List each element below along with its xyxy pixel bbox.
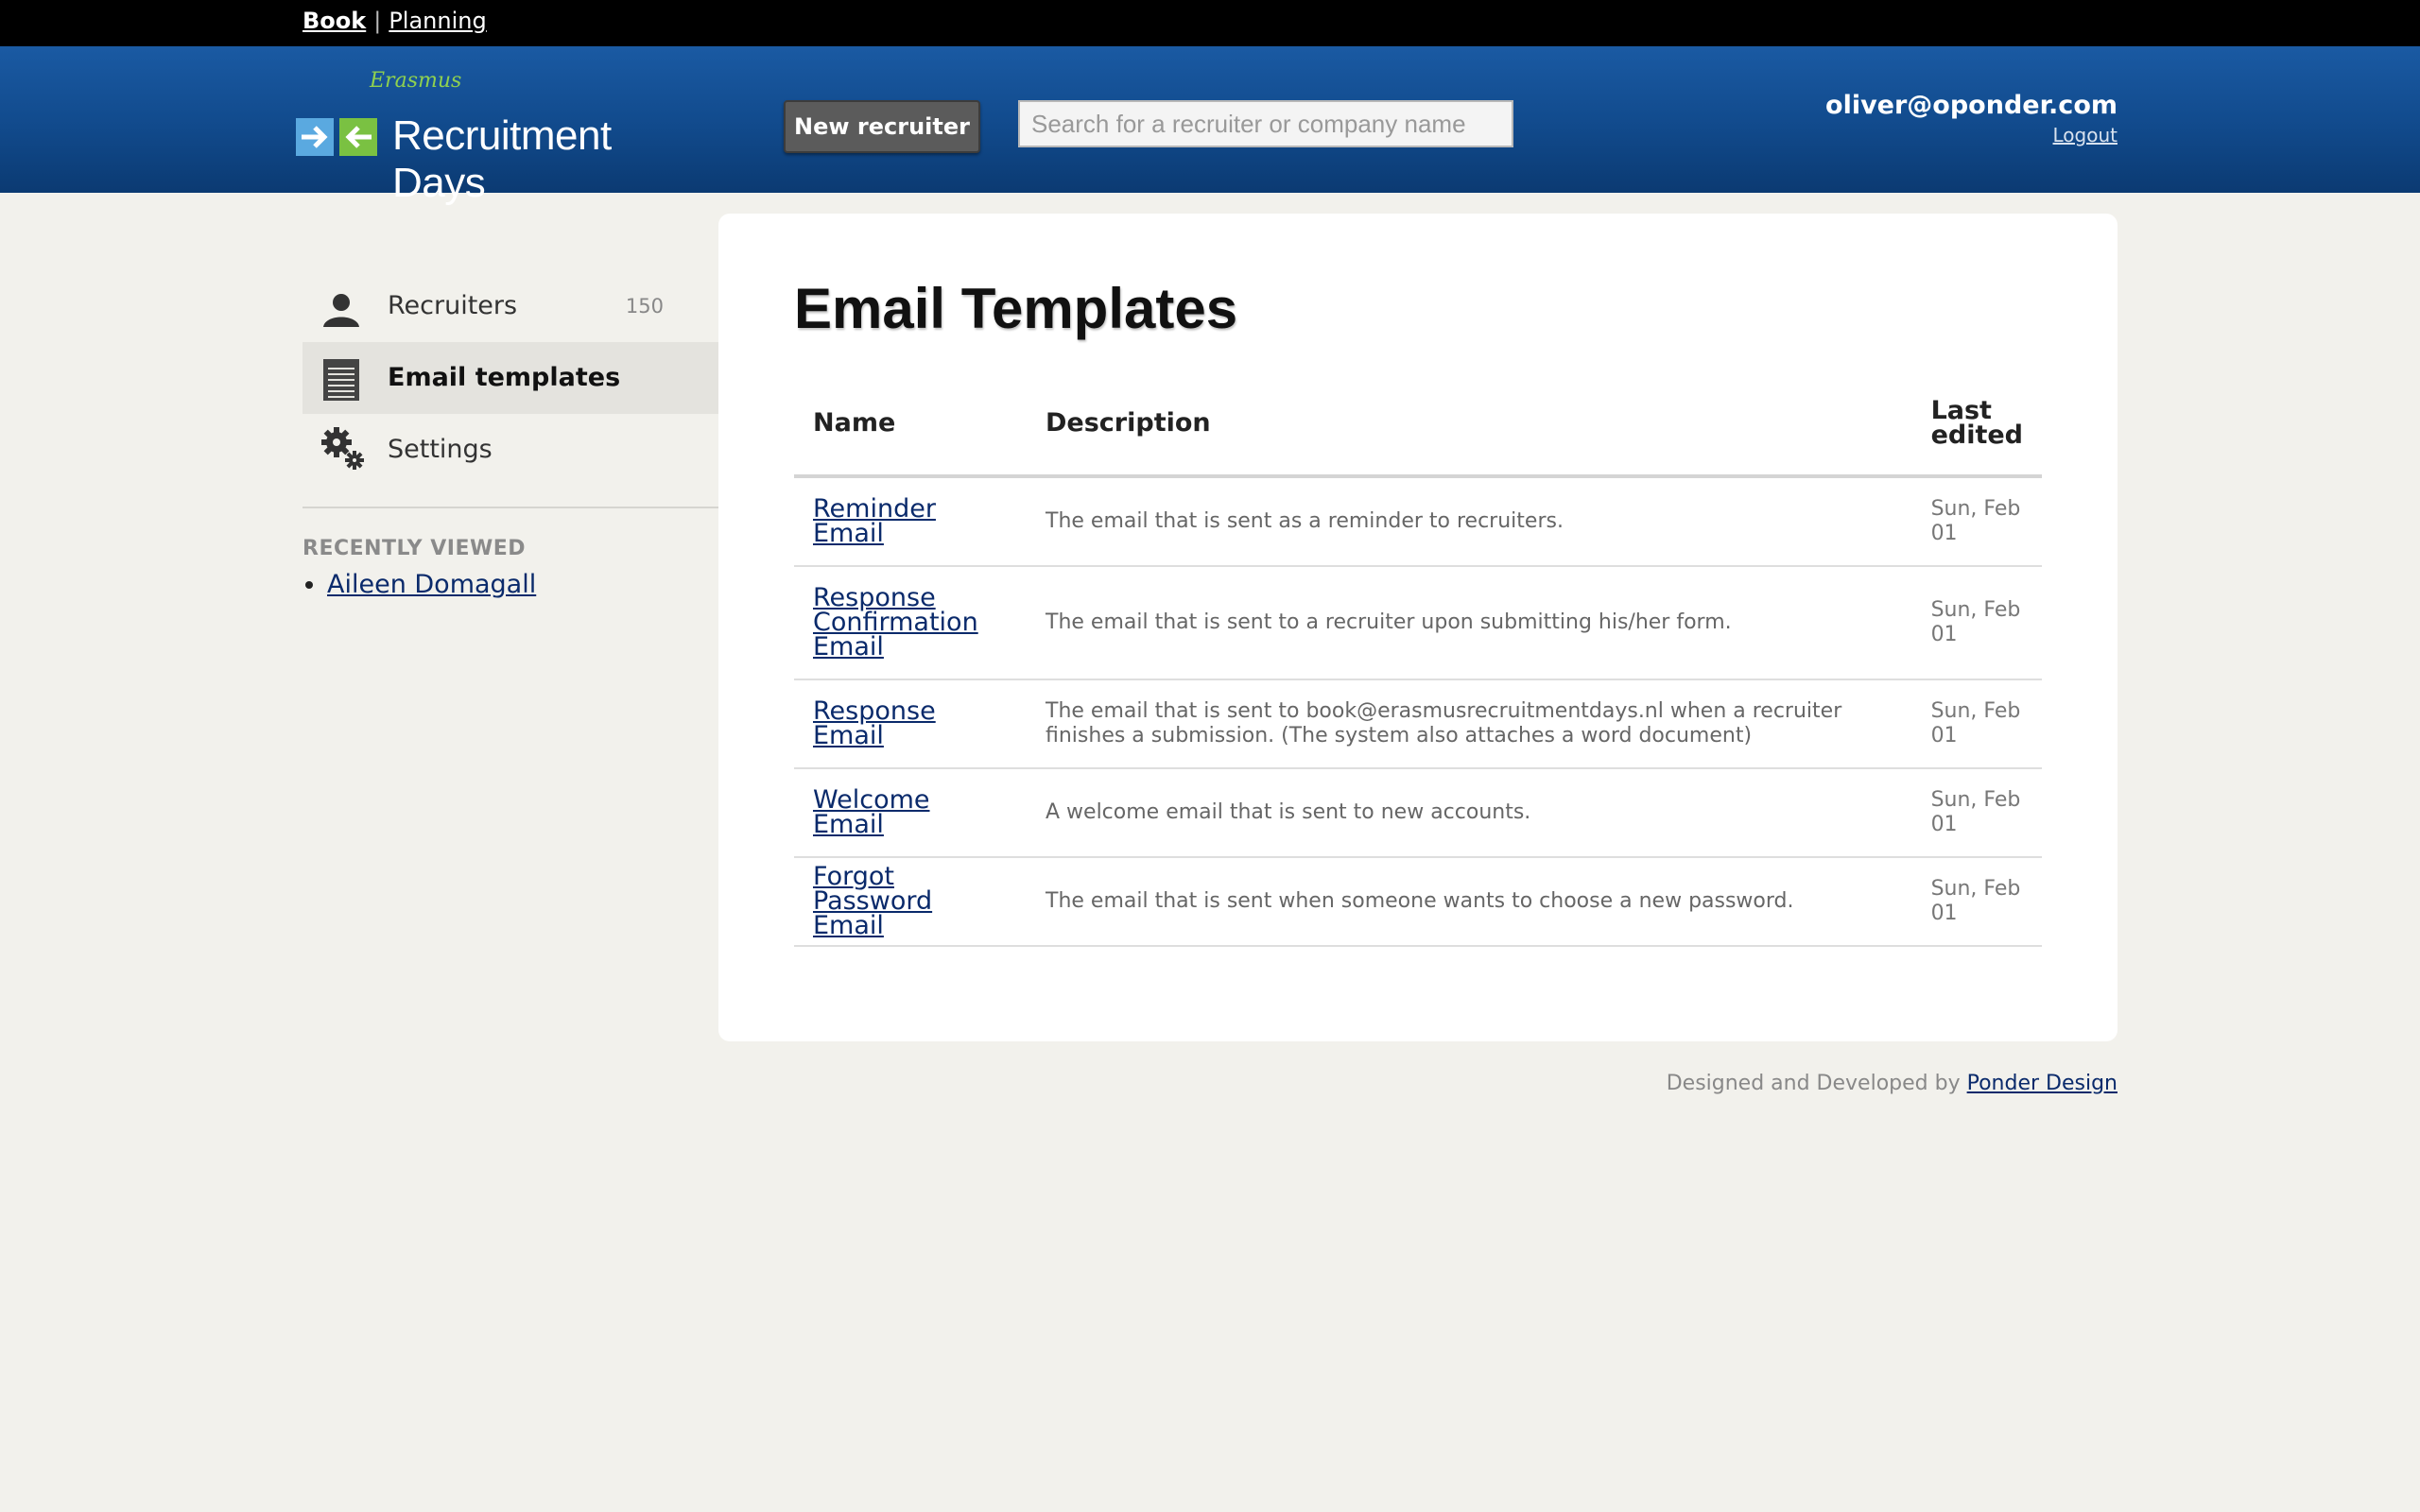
template-link[interactable]: Forgot Password Email (813, 862, 932, 940)
footer: Designed and Developed by Ponder Design (1667, 1072, 2118, 1095)
notepad-icon (321, 357, 361, 401)
recent-link[interactable]: Aileen Domagall (327, 570, 536, 599)
search-input[interactable] (1018, 100, 1513, 147)
table-row: Reminder Email The email that is sent as… (794, 476, 2042, 567)
new-recruiter-button[interactable]: New recruiter (784, 100, 980, 153)
table-row: Response Confirmation Email The email th… (794, 566, 2042, 680)
table-row: Welcome Email A welcome email that is se… (794, 768, 2042, 858)
logout-link[interactable]: Logout (1825, 124, 2118, 146)
logo-script: Erasmus (370, 69, 462, 93)
column-header-name: Name (794, 372, 1027, 478)
sidebar-item-label: Settings (388, 435, 493, 464)
sidebar-divider (302, 507, 718, 508)
template-link[interactable]: Reminder Email (813, 494, 936, 548)
list-item: Aileen Domagall (327, 570, 718, 599)
ponder-design-link[interactable]: Ponder Design (1967, 1072, 2118, 1095)
email-templates-table: Name Description Last edited Reminder Em… (794, 372, 2042, 947)
recruiters-count: 150 (625, 295, 664, 318)
description-cell: The email that is sent as a reminder to … (1027, 476, 1912, 567)
gears-icon (321, 427, 364, 470)
date-cell: Sun, Feb 01 (1911, 476, 2042, 567)
template-link[interactable]: Response Email (813, 696, 936, 750)
logo[interactable]: Erasmus Recruitment Days (294, 69, 700, 206)
name-cell: Response Email (794, 679, 1027, 769)
footer-text: Designed and Developed by (1666, 1072, 1961, 1095)
book-link[interactable]: Book (302, 8, 366, 34)
recently-viewed-list: Aileen Domagall (302, 570, 718, 599)
page-title: Email Templates (794, 277, 1238, 340)
name-cell: Response Confirmation Email (794, 566, 1027, 680)
header: Erasmus Recruitment Days New recruiter o… (0, 46, 2420, 206)
main-card: Email Templates Name Description Last ed… (718, 214, 2118, 1041)
date-cell: Sun, Feb 01 (1911, 679, 2042, 769)
date-cell: Sun, Feb 01 (1911, 768, 2042, 858)
top-nav: Book | Planning (302, 8, 487, 34)
nav-separator: | (373, 8, 382, 34)
date-cell: Sun, Feb 01 (1911, 566, 2042, 680)
template-link[interactable]: Welcome Email (813, 785, 930, 839)
table-row: Forgot Password Email The email that is … (794, 857, 2042, 947)
description-cell: A welcome email that is sent to new acco… (1027, 768, 1912, 858)
arrow-left-icon (339, 118, 377, 156)
person-icon (321, 287, 361, 327)
sidebar: Recruiters 150 Email templates Settings (302, 270, 718, 599)
column-header-description: Description (1027, 372, 1912, 478)
sidebar-item-recruiters[interactable]: Recruiters 150 (302, 270, 718, 342)
date-cell: Sun, Feb 01 (1911, 857, 2042, 947)
description-cell: The email that is sent when someone want… (1027, 857, 1912, 947)
user-menu: oliver@oponder.com Logout (1825, 91, 2118, 146)
description-cell: The email that is sent to book@erasmusre… (1027, 679, 1912, 769)
logo-title: Recruitment Days (392, 112, 612, 206)
description-cell: The email that is sent to a recruiter up… (1027, 566, 1912, 680)
sidebar-item-settings[interactable]: Settings (302, 414, 718, 486)
arrow-right-icon (296, 118, 334, 156)
name-cell: Welcome Email (794, 768, 1027, 858)
sidebar-item-label: Email templates (388, 363, 621, 392)
name-cell: Forgot Password Email (794, 857, 1027, 947)
table-row: Response Email The email that is sent to… (794, 679, 2042, 769)
column-header-last-edited: Last edited (1911, 372, 2042, 478)
planning-link[interactable]: Planning (389, 8, 486, 34)
top-bar: Book | Planning (0, 0, 2420, 46)
sidebar-item-email-templates[interactable]: Email templates (302, 342, 718, 414)
user-email: oliver@oponder.com (1825, 91, 2118, 120)
recently-viewed-heading: RECENTLY VIEWED (302, 537, 527, 560)
template-link[interactable]: Response Confirmation Email (813, 583, 978, 662)
name-cell: Reminder Email (794, 476, 1027, 567)
sidebar-item-label: Recruiters (388, 291, 518, 320)
